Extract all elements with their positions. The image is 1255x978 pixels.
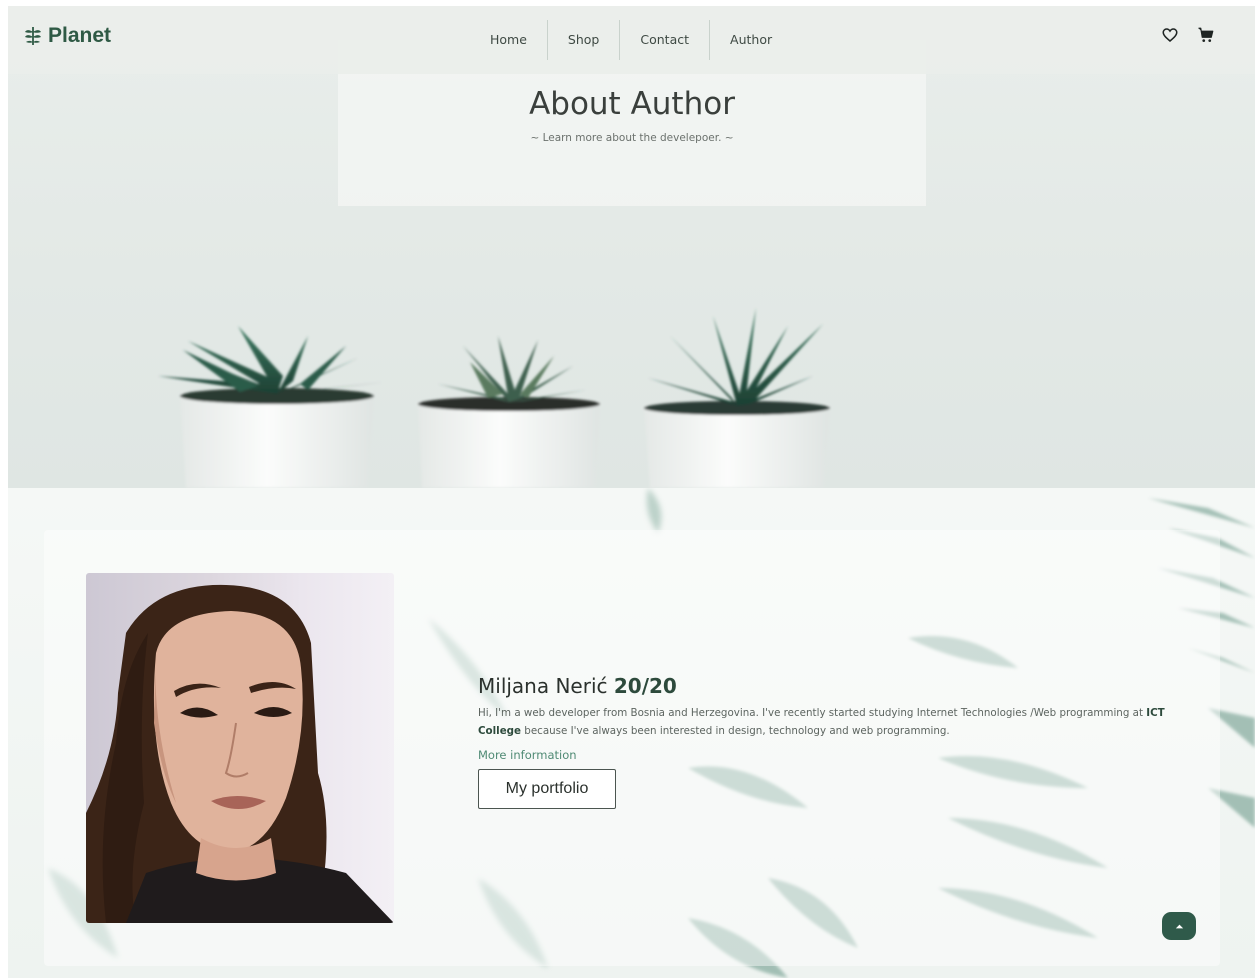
nav-link-author[interactable]: Author <box>710 20 792 60</box>
cart-icon[interactable] <box>1197 26 1215 44</box>
plant-logo-icon <box>25 27 41 45</box>
page-subtitle: ~ Learn more about the develepoer. ~ <box>530 132 734 144</box>
author-score: 20/20 <box>613 674 677 698</box>
brand-logo[interactable]: Planet <box>24 24 111 48</box>
brand-name: Planet <box>48 24 112 47</box>
nav-icons <box>1161 26 1215 44</box>
more-information-link[interactable]: More information <box>478 748 577 762</box>
author-name: Miljana Nerić <box>478 674 608 698</box>
author-portrait-image <box>86 584 394 923</box>
my-portfolio-button[interactable]: My portfolio <box>478 769 616 809</box>
page-title: About Author <box>529 86 735 122</box>
author-info: Miljana Nerić 20/20 Hi, I'm a web develo… <box>478 674 1178 809</box>
top-navbar: Planet Home Shop Contact Author <box>8 6 1255 74</box>
main-nav: Home Shop Contact Author <box>470 20 792 60</box>
author-bio: Hi, I'm a web developer from Bosnia and … <box>478 704 1178 740</box>
author-bio-text-start: Hi, I'm a web developer from Bosnia and … <box>478 707 1147 719</box>
nav-link-contact[interactable]: Contact <box>620 20 711 60</box>
author-bio-text-end: because I've always been interested in d… <box>521 725 950 737</box>
nav-link-home[interactable]: Home <box>470 20 548 60</box>
nav-link-shop[interactable]: Shop <box>548 20 621 60</box>
author-photo <box>86 573 394 923</box>
scroll-to-top-button[interactable] <box>1162 912 1196 940</box>
author-heading: Miljana Nerić 20/20 <box>478 674 1178 698</box>
hero-banner: About Author ~ Learn more about the deve… <box>8 6 1255 488</box>
heart-icon[interactable] <box>1161 26 1179 44</box>
about-section: Miljana Nerić 20/20 Hi, I'm a web develo… <box>8 488 1255 978</box>
chevron-up-icon <box>1175 924 1183 928</box>
